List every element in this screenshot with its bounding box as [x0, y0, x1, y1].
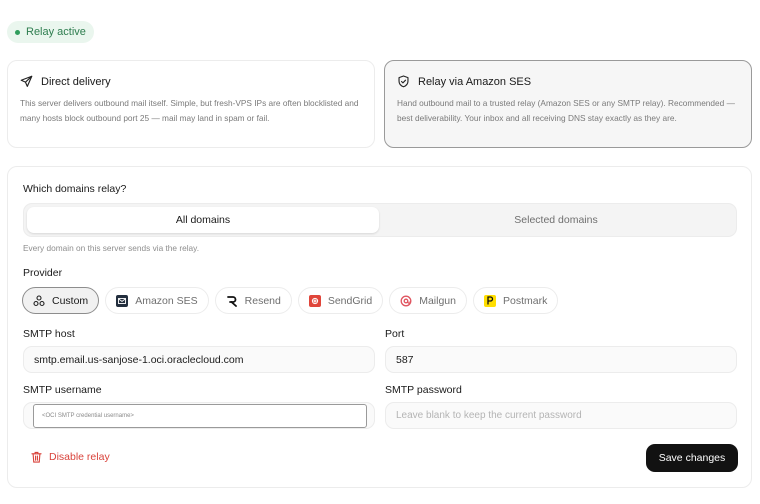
status-badge: Relay active: [7, 21, 94, 43]
smtp-username-field: <OCI SMTP credential username>: [23, 402, 375, 429]
provider-label: Provider: [23, 267, 63, 279]
provider-postmark[interactable]: Postmark: [472, 287, 559, 314]
provider-selector: Custom Amazon SES Resend SendGrid Mailgu…: [22, 287, 559, 314]
postmark-icon: [483, 294, 496, 307]
provider-custom[interactable]: Custom: [22, 287, 100, 314]
provider-name: Custom: [52, 294, 89, 307]
segment-selected-domains[interactable]: Selected domains: [380, 207, 732, 233]
shield-check-icon: [398, 75, 409, 88]
domains-label: Which domains relay?: [23, 183, 127, 195]
status-dot: [15, 29, 20, 35]
sendgrid-icon: [308, 294, 321, 307]
smtp-host-input[interactable]: smtp.email.us-sanjose-1.oci.oraclecloud.…: [23, 346, 375, 373]
disable-relay-label: Disable relay: [49, 451, 110, 463]
provider-name: Postmark: [502, 294, 548, 307]
provider-name: Resend: [244, 294, 281, 307]
option-title: Direct delivery: [41, 75, 111, 88]
relay-ses-option[interactable]: Relay via Amazon SES Hand outbound mail …: [384, 60, 752, 148]
smtp-username-label: SMTP username: [23, 384, 102, 396]
provider-name: Mailgun: [419, 294, 456, 307]
disable-relay-button[interactable]: Disable relay: [31, 451, 110, 463]
amazon-ses-icon: [116, 294, 129, 307]
resend-icon: [226, 295, 238, 307]
provider-resend[interactable]: Resend: [214, 287, 292, 314]
provider-mailgun[interactable]: Mailgun: [389, 287, 467, 314]
send-icon: [20, 75, 33, 87]
smtp-username-input[interactable]: <OCI SMTP credential username>: [33, 404, 367, 428]
smtp-password-label: SMTP password: [385, 384, 462, 396]
port-input[interactable]: 587: [385, 346, 737, 373]
provider-sendgrid[interactable]: SendGrid: [297, 287, 384, 314]
relay-settings-panel: Which domains relay? All domains Selecte…: [7, 166, 752, 488]
option-title: Relay via Amazon SES: [418, 75, 532, 88]
provider-name: Amazon SES: [135, 294, 198, 307]
direct-delivery-option[interactable]: Direct delivery This server delivers out…: [7, 60, 375, 148]
port-label: Port: [385, 328, 405, 340]
provider-name: SendGrid: [327, 294, 373, 307]
option-description: Hand outbound mail to a trusted relay (A…: [397, 98, 735, 123]
scrolled-content-edge: [0, 0, 760, 6]
domains-segmented-control: All domains Selected domains: [23, 203, 737, 237]
custom-network-icon: [33, 294, 45, 307]
provider-amazon-ses[interactable]: Amazon SES: [105, 287, 209, 314]
domains-help-text: Every domain on this server sends via th…: [23, 243, 200, 253]
trash-icon: [31, 451, 42, 463]
status-badge-label: Relay active: [26, 26, 86, 38]
mailgun-icon: [400, 295, 412, 307]
save-changes-button[interactable]: Save changes: [646, 444, 738, 472]
smtp-password-input[interactable]: Leave blank to keep the current password: [385, 402, 737, 429]
smtp-host-label: SMTP host: [23, 328, 75, 340]
segment-all-domains[interactable]: All domains: [27, 207, 379, 233]
option-description: This server delivers outbound mail itsel…: [20, 98, 359, 123]
